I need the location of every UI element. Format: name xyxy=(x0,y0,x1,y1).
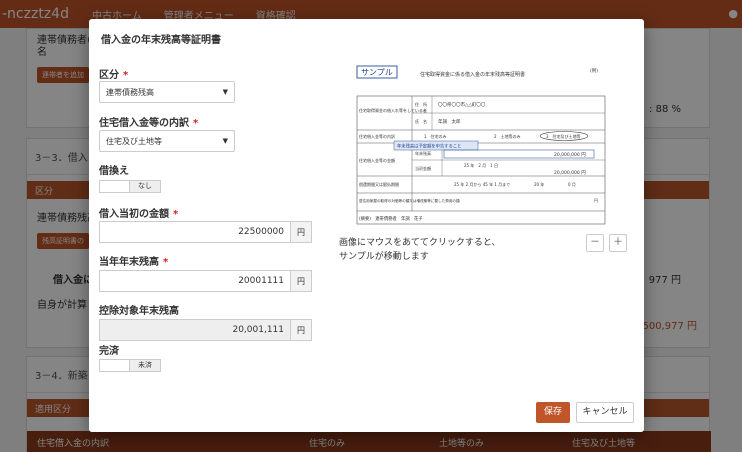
sample-period-years: 20 年 xyxy=(534,181,544,187)
modal-title: 借入金の年末残高等証明書 xyxy=(101,35,221,46)
save-button[interactable]: 保存 xyxy=(536,402,570,423)
sample-row2-label: 住宅借入金等の内訳 xyxy=(359,133,395,139)
yen-unit: 円 xyxy=(290,221,312,243)
current-balance-input[interactable]: 20001111 xyxy=(99,270,290,292)
sample-addr-value: 〇〇県〇〇市△△町〇〇 xyxy=(438,101,486,108)
zoom-out-button[interactable]: － xyxy=(586,234,604,252)
sample-period-line: 25 年 2 月から 45 年 1 月まで xyxy=(454,181,510,187)
sample-hint-line-1: 画像にマウスをあててクリックすると、 xyxy=(339,238,501,248)
loan-type-label-text: 住宅借入金等の内訳 xyxy=(99,118,189,129)
complete-toggle-value: 未済 xyxy=(129,360,160,371)
initial-amount-input[interactable]: 22500000 xyxy=(99,221,290,243)
sample-row5-label: 居住用家屋の取得の対価等の額又は増改築等に要した費用の額 xyxy=(359,198,460,203)
balance-certificate-modal: 借入金の年末残高等証明書 区分 * 連帯債務残高 ▼ 住宅借入金等の内訳 * 住宅及… xyxy=(89,19,644,432)
sample-doc-title: 住宅取得資金に係る借入金の年末残高等証明書 xyxy=(420,71,525,78)
initial-amount-label-text: 借入当初の金額 xyxy=(99,209,169,220)
chevron-down-icon: ▼ xyxy=(222,137,228,145)
refinance-toggle[interactable]: なし xyxy=(99,180,161,193)
current-balance-label-text: 当年年末残高 xyxy=(99,257,159,268)
sample-row4-label: 償還期間又は賦払期間 xyxy=(359,181,399,187)
yen-unit: 円 xyxy=(290,270,312,292)
initial-amount-label: 借入当初の金額 * xyxy=(99,205,178,220)
sample-lender: (摘要) 連帯債務者 年調 花子 xyxy=(359,215,423,222)
sample-row3-label: 住宅借入金等の金額 xyxy=(359,157,395,163)
complete-toggle[interactable]: 未済 xyxy=(99,359,161,372)
deduction-balance-label: 控除対象年末残高 xyxy=(99,306,179,317)
chevron-down-icon: ▼ xyxy=(222,88,228,96)
required-mark: * xyxy=(193,118,199,129)
sample-name-value: 年調 太郎 xyxy=(438,118,461,125)
category-select-value: 連帯債務残高 xyxy=(106,88,154,97)
sample-name-key: 氏 名 xyxy=(415,118,427,124)
required-mark: * xyxy=(163,257,169,268)
complete-label: 完済 xyxy=(99,346,119,357)
required-mark: * xyxy=(173,209,179,220)
sample-opt2: 2 土地等のみ xyxy=(494,133,521,139)
sample-opt1: 1 住宅のみ xyxy=(424,133,447,139)
sample-initial-key: 当初金額 xyxy=(415,165,431,171)
loan-type-select-value: 住宅及び土地等 xyxy=(106,137,162,146)
sample-opt3: 3 住宅及び土地等 xyxy=(546,133,581,139)
loan-type-select[interactable]: 住宅及び土地等 ▼ xyxy=(99,130,235,152)
sample-period-months: 0 月 xyxy=(568,182,576,187)
loan-type-label: 住宅借入金等の内訳 * xyxy=(99,114,198,129)
sample-callout: 年末残高は予定額を申告すること xyxy=(397,143,461,150)
required-mark: * xyxy=(123,70,129,81)
sample-initial-value: 20,000,000 円 xyxy=(554,170,586,176)
sample-tag: サンプル xyxy=(361,68,393,77)
zoom-in-button[interactable]: ＋ xyxy=(609,234,627,252)
sample-row5-unit: 円 xyxy=(594,198,598,203)
category-label-text: 区分 xyxy=(99,70,119,81)
yen-unit: 円 xyxy=(290,319,312,341)
sample-balance-key: 年末残高 xyxy=(415,150,431,156)
refinance-label: 借換え xyxy=(99,166,129,177)
sample-document-image[interactable]: サンプル 住宅取得資金に係る借入金の年末残高等証明書 (例) 住宅取得資金の借入… xyxy=(354,64,616,228)
sample-hint-line-2: サンプルが移動します xyxy=(339,252,429,262)
current-balance-label: 当年年末残高 * xyxy=(99,253,168,268)
sample-addr-key: 住 所 xyxy=(415,101,427,107)
deduction-balance-value: 20,001,111 xyxy=(99,319,290,341)
cancel-button[interactable]: キャンセル xyxy=(576,402,634,423)
sample-balance-value: 20,000,000 円 xyxy=(554,152,586,158)
sample-row1-label: 住宅取得資金の借入れ等をしている者 xyxy=(359,107,427,113)
category-select[interactable]: 連帯債務残高 ▼ xyxy=(99,81,235,103)
deduction-balance-field: 20,001,111 円 xyxy=(99,319,312,341)
sample-date-line: 25 年 2 月 1 日 xyxy=(464,162,498,168)
current-balance-field: 20001111 円 xyxy=(99,270,312,292)
initial-amount-field: 22500000 円 xyxy=(99,221,312,243)
sample-hint: 画像にマウスをあててクリックすると、 サンプルが移動します xyxy=(339,236,500,264)
category-label: 区分 * xyxy=(99,66,128,81)
sample-stamp: (例) xyxy=(590,67,598,74)
refinance-toggle-value: なし xyxy=(129,181,160,192)
